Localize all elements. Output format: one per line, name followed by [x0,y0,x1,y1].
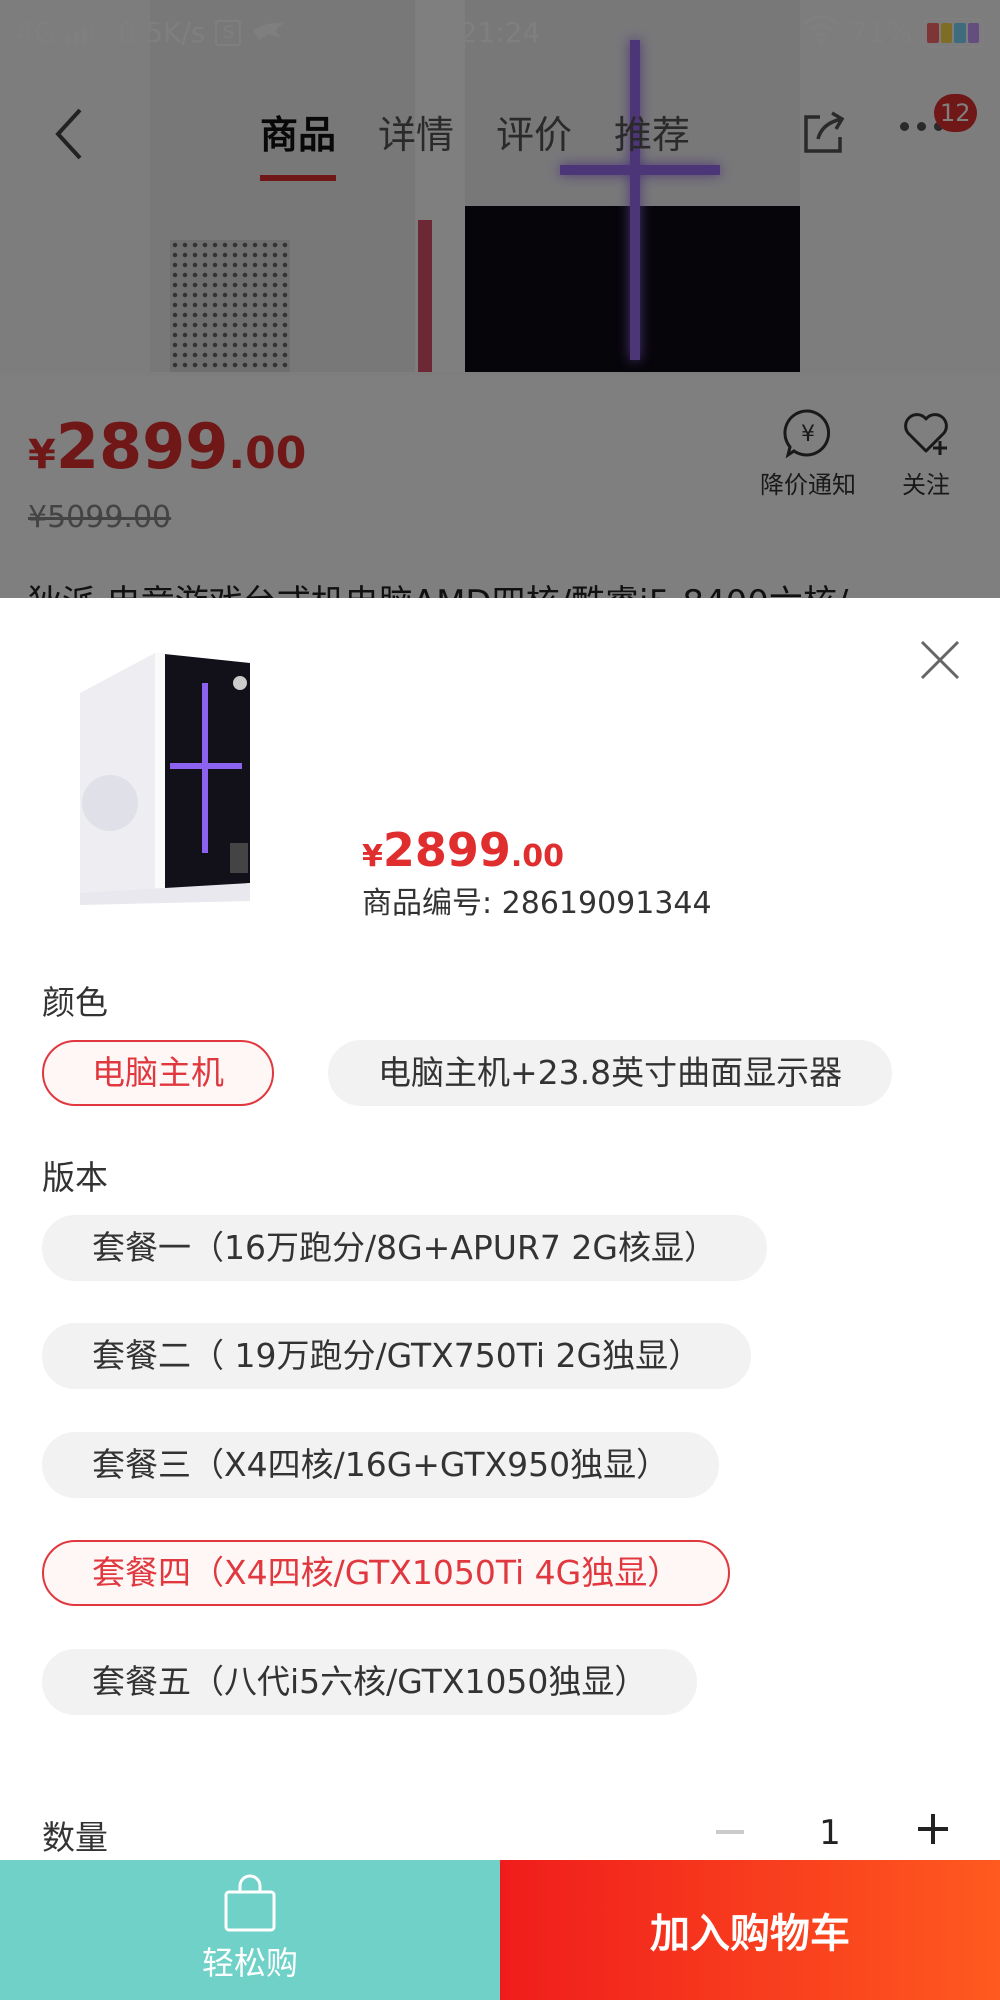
selected-price: ¥2899.00 [362,823,565,877]
product-sku: 商品编号: 28619091344 [362,886,712,921]
quantity-decrease-button[interactable] [716,1830,744,1834]
version-option[interactable]: 套餐四（X4四核/GTX1050Ti 4G独显） [42,1540,731,1606]
plus-icon [918,1814,948,1844]
product-thumbnail [70,643,280,913]
close-icon [920,640,960,680]
bottom-action-bar: 轻松购 加入购物车 [0,1860,1000,2000]
quantity-label: 数量 [42,1818,108,1857]
add-to-cart-button[interactable]: 加入购物车 [500,1860,1000,2000]
dim-overlay[interactable] [0,0,1000,600]
quantity-value[interactable]: 1 [810,1813,850,1853]
color-option[interactable]: 电脑主机+23.8英寸曲面显示器 [328,1040,893,1106]
version-option[interactable]: 套餐二（ 19万跑分/GTX750Ti 2G独显） [42,1323,752,1389]
color-section-label: 颜色 [42,983,108,1022]
color-option[interactable]: 电脑主机 [42,1040,274,1106]
easy-buy-button[interactable]: 轻松购 [0,1860,500,2000]
version-option[interactable]: 套餐五（八代i5六核/GTX1050独显） [42,1649,698,1715]
version-section-label: 版本 [42,1158,108,1197]
quantity-increase-button[interactable] [918,1814,948,1844]
close-button[interactable] [918,638,962,682]
version-option[interactable]: 套餐一（16万跑分/8G+APUR7 2G核显） [42,1215,767,1281]
version-option[interactable]: 套餐三（X4四核/16G+GTX950独显） [42,1432,720,1498]
easy-buy-label: 轻松购 [201,1944,298,1982]
sku-selector-sheet: ¥2899.00 商品编号: 28619091344 颜色 电脑主机 电脑主机+… [0,598,1000,1860]
shopping-bag-icon [222,1874,278,1934]
